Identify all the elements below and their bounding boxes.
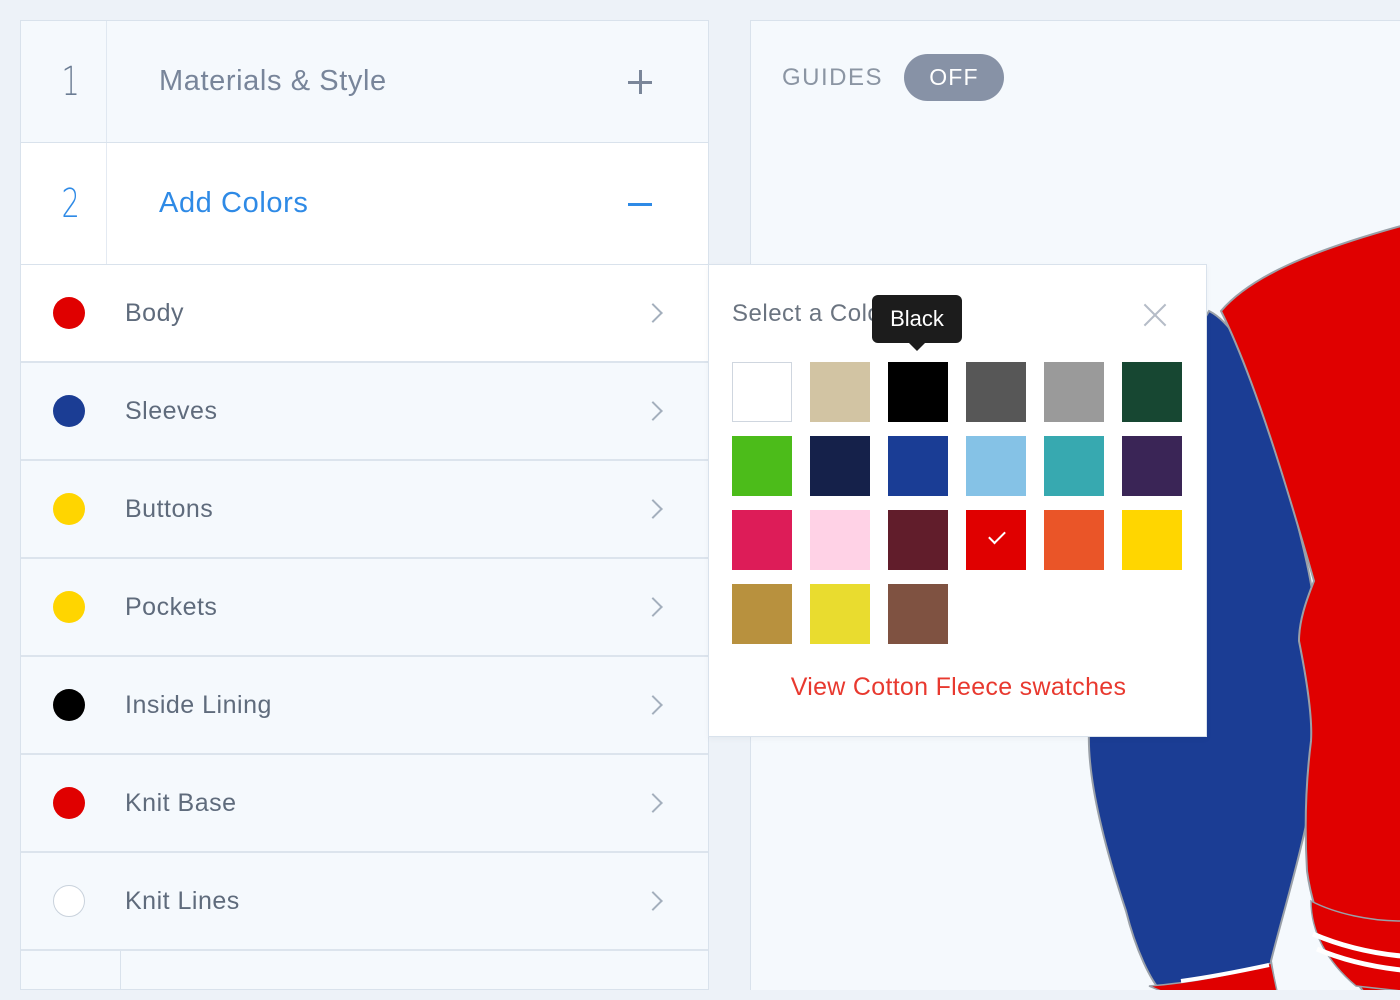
part-label: Knit Lines <box>125 886 240 915</box>
color-swatch[interactable] <box>888 362 948 422</box>
part-row[interactable]: Sleeves <box>21 363 708 461</box>
color-swatch[interactable] <box>732 362 792 422</box>
color-swatch[interactable] <box>966 510 1026 570</box>
part-row[interactable]: Buttons <box>21 461 708 559</box>
color-swatch[interactable] <box>810 584 870 644</box>
color-swatch[interactable] <box>1122 510 1182 570</box>
color-dot-icon <box>53 297 85 329</box>
step-number: 2 <box>35 143 107 264</box>
guides-label: GUIDES <box>782 64 884 91</box>
color-dot-icon <box>53 591 85 623</box>
color-swatch[interactable] <box>732 436 792 496</box>
step-materials-style[interactable]: 1 Materials & Style <box>21 21 708 143</box>
part-row[interactable]: Body <box>21 265 708 363</box>
color-dot-icon <box>53 787 85 819</box>
chevron-right-icon <box>643 597 663 617</box>
part-row[interactable]: Knit Lines <box>21 853 708 951</box>
color-dot-icon <box>53 493 85 525</box>
chevron-right-icon <box>643 891 663 911</box>
step-number: 1 <box>35 21 107 142</box>
color-dot-icon <box>53 395 85 427</box>
color-dot-icon <box>53 885 85 917</box>
step-title: Materials & Style <box>159 65 387 97</box>
color-swatch[interactable] <box>810 362 870 422</box>
color-swatch[interactable] <box>810 436 870 496</box>
step-add-colors[interactable]: 2 Add Colors <box>21 143 708 265</box>
divider <box>120 951 121 989</box>
collapse-button[interactable] <box>608 184 672 224</box>
part-label: Inside Lining <box>125 690 272 719</box>
color-swatch[interactable] <box>1044 436 1104 496</box>
checkmark-icon <box>988 526 1006 545</box>
chevron-right-icon <box>643 401 663 421</box>
part-label: Body <box>125 298 184 327</box>
swatch-tooltip: Black <box>872 295 962 351</box>
color-dot-icon <box>53 689 85 721</box>
color-swatch[interactable] <box>1122 362 1182 422</box>
part-label: Buttons <box>125 494 214 523</box>
chevron-right-icon <box>643 303 663 323</box>
chevron-right-icon <box>643 499 663 519</box>
close-icon[interactable] <box>1142 302 1168 328</box>
color-swatch[interactable] <box>1122 436 1182 496</box>
part-row[interactable]: Pockets <box>21 559 708 657</box>
color-swatch[interactable] <box>888 584 948 644</box>
expand-button[interactable] <box>608 62 672 102</box>
color-swatch[interactable] <box>732 584 792 644</box>
color-swatch[interactable] <box>1044 510 1104 570</box>
color-swatch[interactable] <box>810 510 870 570</box>
part-label: Sleeves <box>125 396 218 425</box>
part-row[interactable]: Knit Base <box>21 755 708 853</box>
configurator-panel: 1 Materials & Style 2 Add Colors Body Sle… <box>20 20 709 990</box>
color-swatch[interactable] <box>966 436 1026 496</box>
guides-toggle[interactable]: OFF <box>904 54 1004 101</box>
color-swatch[interactable] <box>1044 362 1104 422</box>
color-part-list: Body Sleeves Buttons Pockets Inside Lining Kn… <box>21 265 708 951</box>
color-swatch[interactable] <box>888 436 948 496</box>
minus-icon <box>628 192 652 216</box>
color-swatch[interactable] <box>888 510 948 570</box>
color-swatch[interactable] <box>732 510 792 570</box>
chevron-right-icon <box>643 793 663 813</box>
swatch-grid <box>732 362 1182 644</box>
step-next[interactable] <box>21 951 708 989</box>
color-swatch[interactable] <box>966 362 1026 422</box>
plus-icon <box>628 69 652 94</box>
part-label: Pockets <box>125 592 218 621</box>
popover-title: Select a Color <box>732 300 890 327</box>
chevron-right-icon <box>643 695 663 715</box>
part-row[interactable]: Inside Lining <box>21 657 708 755</box>
part-label: Knit Base <box>125 788 237 817</box>
step-title: Add Colors <box>159 187 309 219</box>
view-swatches-link[interactable]: View Cotton Fleece swatches <box>709 673 1208 702</box>
